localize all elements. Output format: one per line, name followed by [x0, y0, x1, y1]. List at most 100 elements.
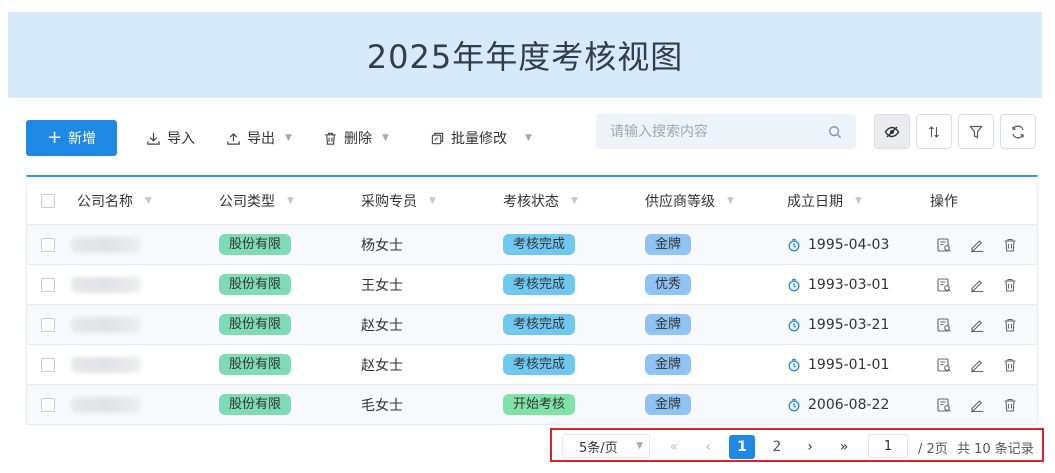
- column-header[interactable]: 采购专员 ▼: [361, 177, 436, 224]
- sort-caret-icon[interactable]: ▼: [727, 196, 734, 206]
- trash-icon[interactable]: [1002, 237, 1018, 253]
- status-cell: 考核完成: [503, 225, 576, 264]
- search-icon[interactable]: [828, 125, 842, 139]
- sort-caret-icon[interactable]: ▼: [287, 196, 294, 206]
- company-type-tag: 股份有限: [219, 354, 292, 375]
- last-page-button[interactable]: »: [834, 435, 854, 459]
- clock-icon: [788, 238, 800, 251]
- refresh-button[interactable]: [1000, 114, 1036, 149]
- sort-caret-icon[interactable]: ▼: [429, 196, 436, 206]
- table-row[interactable]: 股份有限 赵女士 考核完成 金牌 1995-01-01: [27, 345, 1037, 385]
- chevron-down-icon: ▼: [382, 133, 389, 143]
- column-header-label: 成立日期: [787, 193, 843, 210]
- refresh-icon: [1012, 125, 1024, 138]
- sort-button[interactable]: [916, 114, 952, 149]
- select-all-cell: [41, 177, 55, 224]
- row-checkbox[interactable]: [41, 357, 55, 372]
- company-type-cell: 股份有限: [219, 305, 292, 344]
- founded-date: 1995-01-01: [808, 356, 890, 373]
- toggle-columns-button[interactable]: [874, 114, 910, 149]
- total-records: 共 10 条记录: [957, 442, 1034, 457]
- status-badge: 考核完成: [503, 354, 576, 375]
- edit-icon[interactable]: [969, 237, 985, 253]
- table-row[interactable]: 股份有限 杨女士 考核完成 金牌 1995-04-03: [27, 225, 1037, 265]
- trash-icon[interactable]: [1002, 277, 1018, 293]
- import-button[interactable]: 导入: [146, 128, 195, 148]
- view-detail-icon[interactable]: [936, 237, 952, 253]
- plus-icon: +: [46, 127, 63, 148]
- table-row[interactable]: 股份有限 赵女士 考核完成 金牌 1995-03-21: [27, 305, 1037, 345]
- level-badge: 优秀: [645, 274, 692, 295]
- trash-icon[interactable]: [1002, 317, 1018, 333]
- export-button[interactable]: 导出 ▼: [226, 128, 292, 148]
- filter-icon: [969, 125, 983, 138]
- delete-label: 删除: [344, 131, 372, 147]
- company-type-cell: 股份有限: [219, 385, 292, 424]
- chevron-down-icon: ▼: [285, 133, 292, 143]
- sort-caret-icon[interactable]: ▼: [855, 196, 862, 206]
- page-button-1[interactable]: 1: [729, 435, 755, 459]
- trash-icon[interactable]: [1002, 357, 1018, 373]
- company-name-cell: [71, 225, 141, 264]
- company-type-tag: 股份有限: [219, 274, 292, 295]
- filter-button[interactable]: [958, 114, 994, 149]
- row-checkbox[interactable]: [41, 317, 55, 332]
- add-button[interactable]: + 新增: [26, 120, 117, 156]
- actions-cell: [936, 265, 1018, 304]
- search-input[interactable]: [610, 123, 810, 140]
- delete-button[interactable]: 删除 ▼: [323, 128, 389, 148]
- sort-caret-icon[interactable]: ▼: [145, 196, 152, 206]
- column-header[interactable]: 考核状态 ▼: [503, 177, 578, 224]
- upload-icon: [227, 132, 240, 145]
- row-checkbox[interactable]: [41, 277, 55, 292]
- edit-icon[interactable]: [969, 357, 985, 373]
- row-actions: [936, 357, 1018, 373]
- redacted-company-name: [71, 356, 141, 373]
- founded-date: 1995-04-03: [808, 236, 890, 253]
- trash-icon[interactable]: [1002, 397, 1018, 413]
- column-header[interactable]: 公司名称 ▼: [77, 177, 152, 224]
- date-cell: 1995-03-21: [787, 305, 889, 344]
- edit-icon[interactable]: [969, 397, 985, 413]
- view-detail-icon[interactable]: [936, 277, 952, 293]
- company-type-cell: 股份有限: [219, 345, 292, 384]
- column-header-label: 操作: [930, 193, 958, 210]
- column-header[interactable]: 成立日期 ▼: [787, 177, 862, 224]
- row-checkbox[interactable]: [41, 237, 55, 252]
- next-page-button[interactable]: ›: [800, 435, 820, 459]
- clock-icon: [788, 398, 800, 411]
- row-actions: [936, 317, 1018, 333]
- row-checkbox[interactable]: [41, 397, 55, 412]
- page-jump-input[interactable]: [868, 434, 908, 458]
- first-page-button[interactable]: «: [664, 435, 684, 459]
- batch-edit-button[interactable]: 批量修改 ▼: [430, 128, 532, 148]
- company-type-tag: 股份有限: [219, 314, 292, 335]
- chevron-down-icon: ▼: [525, 133, 532, 143]
- row-select-cell: [41, 225, 55, 264]
- table-row[interactable]: 股份有限 毛女士 开始考核 金牌 2006-08-22: [27, 385, 1037, 425]
- company-name-cell: [71, 305, 141, 344]
- redacted-company-name: [71, 236, 141, 253]
- pagination: 5条/页 ▼ « ‹ 1 2 › » / 2页 共 10 条记录: [550, 428, 1044, 462]
- add-button-label: 新增: [68, 131, 97, 147]
- view-detail-icon[interactable]: [936, 317, 952, 333]
- table-row[interactable]: 股份有限 王女士 考核完成 优秀 1993-03-01: [27, 265, 1037, 305]
- sort-icon: [929, 125, 939, 138]
- page-button-2[interactable]: 2: [764, 435, 790, 459]
- sort-caret-icon[interactable]: ▼: [571, 196, 578, 206]
- view-detail-icon[interactable]: [936, 357, 952, 373]
- buyer-cell: 赵女士: [361, 317, 403, 334]
- column-header[interactable]: 供应商等级 ▼: [645, 177, 734, 224]
- buyer-cell: 毛女士: [361, 397, 403, 414]
- company-name-cell: [71, 265, 141, 304]
- column-header[interactable]: 公司类型 ▼: [219, 177, 294, 224]
- column-header-label: 公司类型: [219, 193, 275, 210]
- founded-date: 2006-08-22: [808, 396, 890, 413]
- edit-icon[interactable]: [969, 277, 985, 293]
- prev-page-button[interactable]: ‹: [698, 435, 718, 459]
- select-all-checkbox[interactable]: [41, 193, 55, 208]
- page-size-select[interactable]: 5条/页 ▼: [562, 434, 650, 458]
- view-detail-icon[interactable]: [936, 397, 952, 413]
- edit-icon[interactable]: [969, 317, 985, 333]
- level-cell: 优秀: [645, 265, 692, 304]
